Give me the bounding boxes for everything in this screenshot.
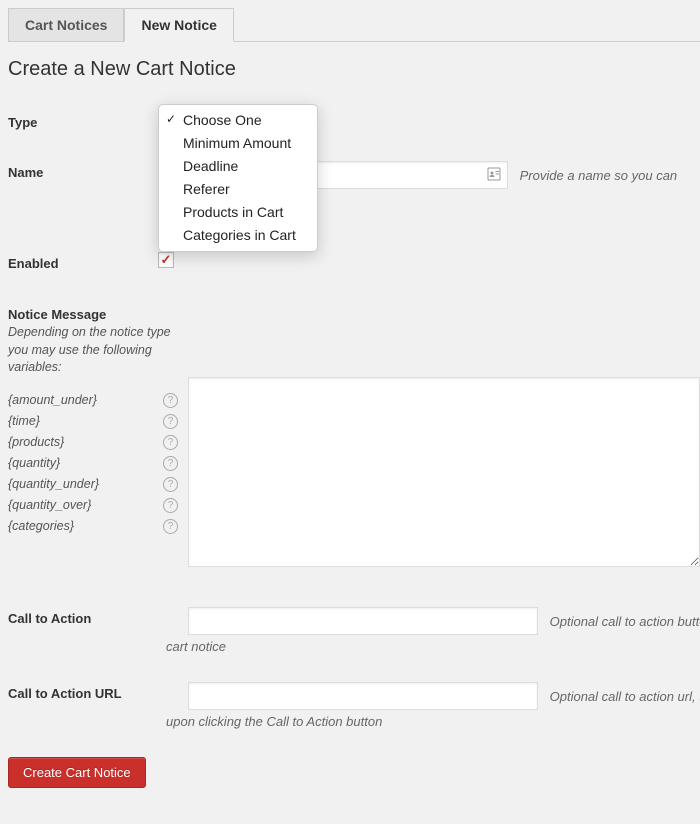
- cta-url-help-below: upon clicking the Call to Action button: [166, 714, 700, 729]
- field-enabled: [158, 252, 700, 268]
- dropdown-option-min-amount[interactable]: Minimum Amount: [159, 132, 317, 155]
- var-quantity-under: {quantity_under} ?: [8, 477, 188, 492]
- help-icon[interactable]: ?: [163, 519, 178, 534]
- tab-new-notice[interactable]: New Notice: [124, 8, 233, 42]
- label-cta-url: Call to Action URL: [8, 682, 188, 701]
- label-name: Name: [8, 161, 158, 180]
- tab-cart-notices[interactable]: Cart Notices: [8, 8, 124, 41]
- help-icon[interactable]: ?: [163, 456, 178, 471]
- cta-help-below: cart notice: [166, 639, 700, 654]
- row-message: Notice Message Depending on the notice t…: [8, 307, 700, 567]
- var-categories-label: {categories}: [8, 519, 163, 533]
- tabs: Cart Notices New Notice: [8, 8, 700, 42]
- cta-input[interactable]: [188, 607, 538, 635]
- dropdown-option-choose-one[interactable]: Choose One: [159, 109, 317, 132]
- message-desc: Depending on the notice type you may use…: [8, 324, 188, 377]
- create-cart-notice-button[interactable]: Create Cart Notice: [8, 757, 146, 788]
- label-message: Notice Message: [8, 307, 188, 322]
- var-products-label: {products}: [8, 435, 163, 449]
- var-amount-under: {amount_under} ?: [8, 393, 188, 408]
- var-quantity: {quantity} ?: [8, 456, 188, 471]
- message-label-col: Notice Message Depending on the notice t…: [8, 307, 188, 540]
- label-cta: Call to Action: [8, 607, 188, 626]
- help-icon[interactable]: ?: [163, 477, 178, 492]
- enabled-checkbox[interactable]: [158, 252, 174, 268]
- var-time-label: {time}: [8, 414, 163, 428]
- row-name: Name Provide a name so you can easily: [8, 161, 700, 204]
- field-cta-url: Optional call to action url, this is w u…: [188, 682, 700, 729]
- var-quantity-under-label: {quantity_under}: [8, 477, 163, 491]
- field-cta: Optional call to action button text cart…: [188, 607, 700, 654]
- cta-url-help-right: Optional call to action url, this is w: [550, 689, 700, 704]
- dropdown-option-categories-in-cart[interactable]: Categories in Cart: [159, 224, 317, 247]
- cta-help-right: Optional call to action button text: [550, 614, 700, 629]
- var-quantity-over: {quantity_over} ?: [8, 498, 188, 513]
- row-cta: Call to Action Optional call to action b…: [8, 607, 700, 654]
- row-type: Type Choose One Minimum Amount Deadline …: [8, 111, 700, 131]
- var-products: {products} ?: [8, 435, 188, 450]
- help-icon[interactable]: ?: [163, 414, 178, 429]
- dropdown-option-products-in-cart[interactable]: Products in Cart: [159, 201, 317, 224]
- help-icon[interactable]: ?: [163, 435, 178, 450]
- var-categories: {categories} ?: [8, 519, 188, 534]
- message-textarea[interactable]: [188, 377, 700, 567]
- dropdown-option-referer[interactable]: Referer: [159, 178, 317, 201]
- row-cta-url: Call to Action URL Optional call to acti…: [8, 682, 700, 729]
- help-icon[interactable]: ?: [163, 393, 178, 408]
- row-enabled: Enabled: [8, 252, 700, 271]
- var-amount-under-label: {amount_under}: [8, 393, 163, 407]
- label-type: Type: [8, 111, 158, 130]
- field-type: Choose One Minimum Amount Deadline Refer…: [158, 111, 700, 131]
- var-time: {time} ?: [8, 414, 188, 429]
- page-title: Create a New Cart Notice: [8, 58, 700, 81]
- dropdown-option-deadline[interactable]: Deadline: [159, 155, 317, 178]
- var-quantity-label: {quantity}: [8, 456, 163, 470]
- var-quantity-over-label: {quantity_over}: [8, 498, 163, 512]
- cta-url-input[interactable]: [188, 682, 538, 710]
- type-dropdown[interactable]: Choose One Minimum Amount Deadline Refer…: [158, 104, 318, 252]
- help-icon[interactable]: ?: [163, 498, 178, 513]
- label-enabled: Enabled: [8, 252, 158, 271]
